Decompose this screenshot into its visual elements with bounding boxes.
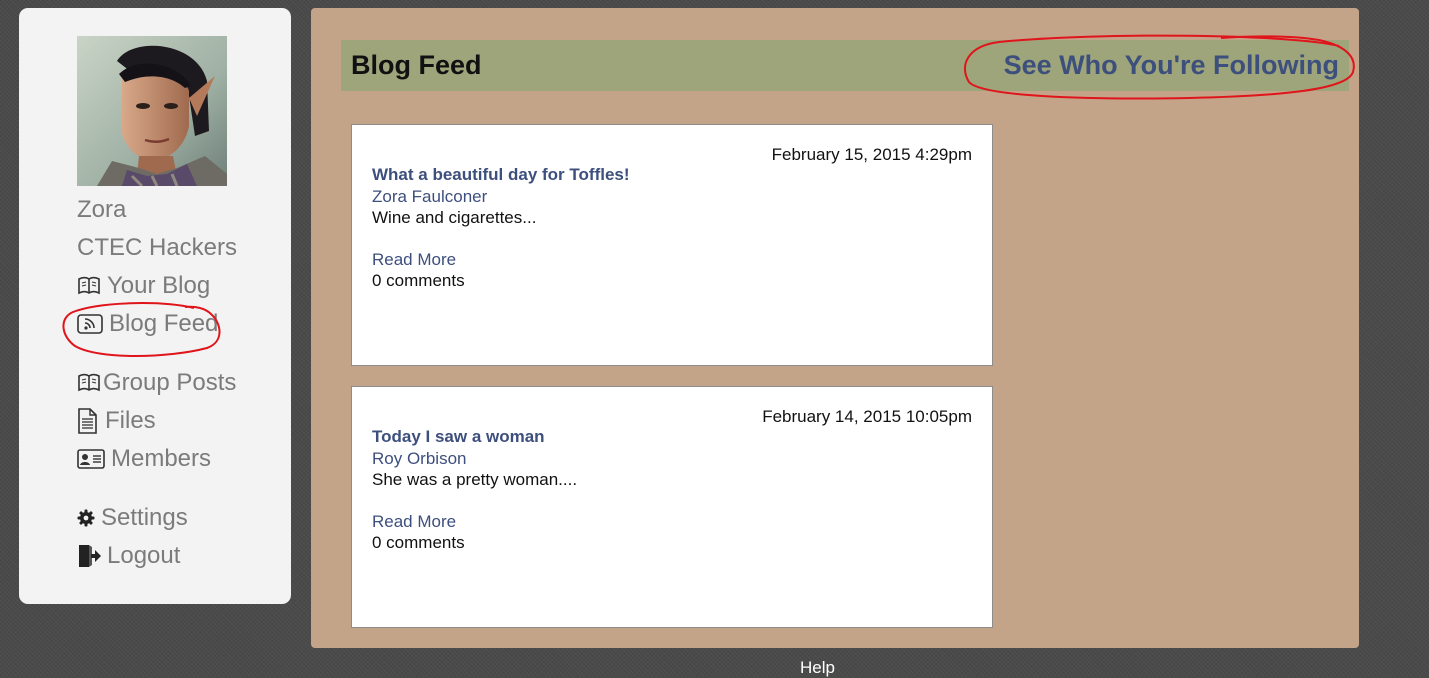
post-card: February 15, 2015 4:29pm What a beautifu… xyxy=(351,124,993,366)
read-more-link[interactable]: Read More xyxy=(372,512,456,532)
help-link[interactable]: Help xyxy=(800,658,835,678)
avatar-image xyxy=(77,36,227,186)
group-name[interactable]: CTEC Hackers xyxy=(77,234,237,262)
post-title-link[interactable]: Today I saw a woman xyxy=(372,427,545,447)
sidebar-item-group-posts[interactable]: Group Posts xyxy=(77,369,236,397)
sidebar-item-label: Files xyxy=(105,407,156,434)
read-more-link[interactable]: Read More xyxy=(372,250,456,270)
post-author-link[interactable]: Roy Orbison xyxy=(372,449,466,469)
post-excerpt: Wine and cigarettes... xyxy=(372,208,537,227)
sidebar-item-logout[interactable]: Logout xyxy=(77,542,180,570)
comments-count: 0 comments xyxy=(372,271,465,290)
see-following-link[interactable]: See Who You're Following xyxy=(1004,40,1339,91)
sidebar-item-settings[interactable]: Settings xyxy=(77,504,188,532)
open-book-icon xyxy=(77,276,101,296)
sidebar-item-label: Group Posts xyxy=(103,369,237,396)
sidebar-item-your-blog[interactable]: Your Blog xyxy=(77,272,210,300)
avatar[interactable] xyxy=(77,36,227,186)
document-icon xyxy=(77,408,97,434)
sidebar-item-label: Members xyxy=(111,445,212,472)
post-title-link[interactable]: What a beautiful day for Toffles! xyxy=(372,165,630,185)
comments-count: 0 comments xyxy=(372,533,465,552)
main-content: Blog Feed See Who You're Following Febru… xyxy=(311,8,1359,648)
sidebar-item-members[interactable]: Members xyxy=(77,445,211,473)
post-excerpt: She was a pretty woman.... xyxy=(372,470,578,489)
sidebar-item-blog-feed[interactable]: Blog Feed xyxy=(77,310,218,338)
post-date: February 15, 2015 4:29pm xyxy=(771,145,972,164)
sidebar: Zora CTEC Hackers Your Blog Blog Feed Gr… xyxy=(19,8,291,604)
open-book-icon xyxy=(77,373,101,393)
sidebar-item-label: Logout xyxy=(107,542,181,569)
sidebar-item-label: Your Blog xyxy=(107,272,211,299)
logout-icon xyxy=(77,544,101,568)
id-card-icon xyxy=(77,449,105,469)
sidebar-item-files[interactable]: Files xyxy=(77,407,156,435)
post-card: February 14, 2015 10:05pm Today I saw a … xyxy=(351,386,993,628)
user-name[interactable]: Zora xyxy=(77,196,126,224)
header-bar: Blog Feed See Who You're Following xyxy=(341,40,1349,91)
rss-icon xyxy=(77,314,103,334)
sidebar-item-label: Blog Feed xyxy=(109,310,219,337)
page-title: Blog Feed xyxy=(351,50,482,80)
gear-icon xyxy=(77,509,95,527)
sidebar-item-label: Settings xyxy=(101,504,188,531)
post-author-link[interactable]: Zora Faulconer xyxy=(372,187,487,207)
post-date: February 14, 2015 10:05pm xyxy=(762,407,972,426)
